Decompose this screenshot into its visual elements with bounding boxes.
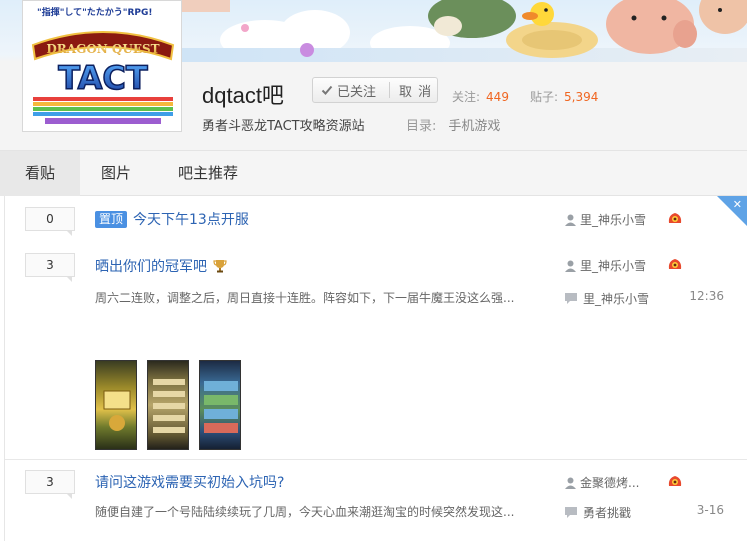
- forum-tab-bar: 看贴 图片 吧主推荐: [0, 150, 747, 196]
- follow-count-value: 449: [486, 90, 509, 104]
- comment-icon: [565, 507, 577, 518]
- thread-title[interactable]: 今天下午13点开服: [133, 212, 249, 228]
- page: "指揮"して"たたかう"RPG! DRAGON QUEST TACT dqtac…: [0, 0, 747, 541]
- followed-label: 已关注: [337, 84, 377, 100]
- author-name[interactable]: 里_神乐小雪: [580, 211, 646, 228]
- post-count-stat: 贴子: 5,394: [530, 88, 598, 105]
- forum-logo[interactable]: "指揮"して"たたかう"RPG! DRAGON QUEST TACT: [22, 0, 182, 132]
- forum-catalog: 目录: 手机游戏: [406, 115, 500, 134]
- last-reply-username[interactable]: 勇者挑戳: [583, 504, 631, 521]
- author-name[interactable]: 里_神乐小雪: [580, 257, 646, 274]
- last-reply-time: 12:36: [689, 289, 724, 303]
- thread-abstract: 周六二连败，调整之后，周日直接十连胜。阵容如下，下一届牛魔王没这么强...: [95, 291, 515, 305]
- close-icon[interactable]: ✕: [733, 198, 742, 211]
- reply-count-badge: 3: [25, 253, 75, 282]
- dragon-quest-tact-logo-icon: DRAGON QUEST TACT: [31, 31, 175, 124]
- user-icon: [565, 477, 576, 489]
- thread-title[interactable]: 晒出你们的冠军吧: [95, 259, 207, 275]
- user-icon: [565, 214, 576, 226]
- last-reply-time: 3-16: [696, 503, 724, 517]
- forum-header: "指揮"して"たたかう"RPG! DRAGON QUEST TACT dqtac…: [0, 0, 747, 150]
- reply-count-badge: 3: [25, 470, 75, 499]
- forum-slogan: 勇者斗恶龙TACT攻略资源站: [202, 119, 365, 134]
- thread-author[interactable]: 里_神乐小雪: [565, 211, 646, 228]
- game-badge-icon: [668, 259, 682, 269]
- reply-count-badge: 0: [25, 207, 75, 236]
- check-icon: [321, 85, 333, 95]
- catalog-link[interactable]: 手机游戏: [448, 119, 500, 134]
- tab-posts[interactable]: 看贴: [0, 151, 80, 196]
- follow-button[interactable]: 已关注 取 消: [312, 77, 438, 103]
- comment-icon: [565, 293, 577, 304]
- trophy-icon: [213, 260, 228, 273]
- header-banner: [180, 0, 747, 62]
- thread-title-link[interactable]: 置顶 今天下午13点开服: [95, 209, 249, 229]
- post-count-value: 5,394: [564, 90, 599, 104]
- last-reply-user[interactable]: 勇者挑戳: [565, 504, 631, 521]
- follow-count-label: 关注:: [452, 90, 481, 104]
- tab-moderator-picks[interactable]: 吧主推荐: [160, 151, 256, 196]
- thread-image-gallery: [95, 360, 241, 450]
- follow-count-stat: 关注: 449: [452, 88, 509, 105]
- thread-title-link[interactable]: 晒出你们的冠军吧: [95, 256, 228, 276]
- thread-image-thumbnail[interactable]: [147, 360, 189, 450]
- last-reply-user[interactable]: 里_神乐小雪: [565, 290, 649, 307]
- thread-title[interactable]: 请问这游戏需要买初始入坑吗?: [95, 475, 284, 491]
- thread-list: ✕ 0 置顶 今天下午13点开服 里_神乐小雪 3 晒出你们的冠军吧 里_神乐小…: [4, 196, 747, 541]
- thread-author[interactable]: 金聚德烤...: [565, 474, 639, 491]
- svg-text:TACT: TACT: [58, 59, 148, 97]
- last-reply-username[interactable]: 里_神乐小雪: [583, 290, 649, 307]
- thread-divider: [5, 459, 747, 460]
- unfollow-button[interactable]: 取 消: [390, 81, 432, 100]
- thread-author[interactable]: 里_神乐小雪: [565, 257, 646, 274]
- catalog-label: 目录:: [406, 119, 437, 134]
- forum-title[interactable]: dqtact吧: [202, 78, 284, 110]
- thread-title-link[interactable]: 请问这游戏需要买初始入坑吗?: [95, 472, 284, 492]
- tab-images[interactable]: 图片: [80, 151, 152, 196]
- user-icon: [565, 260, 576, 272]
- thread-image-thumbnail[interactable]: [95, 360, 137, 450]
- thread-image-thumbnail[interactable]: [199, 360, 241, 450]
- game-badge-icon: [668, 476, 682, 486]
- game-badge-icon: [668, 213, 682, 223]
- svg-text:DRAGON QUEST: DRAGON QUEST: [46, 42, 159, 56]
- thread-abstract: 随便自建了一个号陆陆续续玩了几周，今天心血来潮逛淘宝的时候突然发现这...: [95, 505, 515, 519]
- followed-state: 已关注: [313, 81, 389, 100]
- post-count-label: 贴子:: [530, 90, 559, 104]
- author-name[interactable]: 金聚德烤...: [580, 474, 639, 491]
- pinned-badge: 置顶: [95, 211, 128, 228]
